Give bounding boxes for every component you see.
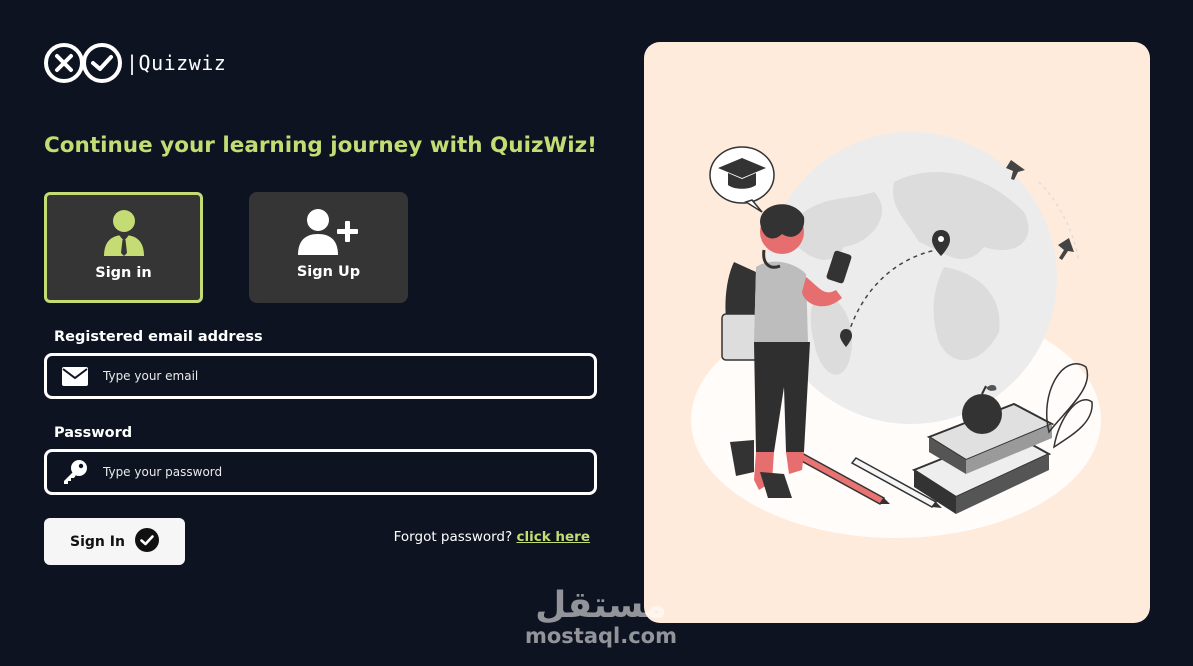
- envelope-icon: [47, 366, 103, 386]
- sign-in-button-label: Sign In: [70, 533, 125, 550]
- email-input[interactable]: [103, 356, 594, 396]
- sign-in-tab-label: Sign in: [95, 265, 152, 281]
- password-input[interactable]: [103, 452, 594, 492]
- watermark-arabic: مستقل: [535, 585, 667, 626]
- email-label: Registered email address: [54, 329, 263, 345]
- page-headline: Continue your learning journey with Quiz…: [44, 133, 597, 158]
- logo: |Quizwiz: [44, 43, 226, 83]
- sign-up-tab-label: Sign Up: [296, 264, 361, 280]
- forgot-password: Forgot password? click here: [394, 529, 590, 545]
- key-icon: [47, 459, 103, 485]
- user-plus-icon: [297, 206, 360, 258]
- check-mark-icon: [82, 43, 122, 83]
- sign-in-tab[interactable]: Sign in: [44, 192, 203, 303]
- x-mark-icon: [44, 43, 84, 83]
- brand-name: |Quizwiz: [126, 51, 227, 75]
- sign-in-button[interactable]: Sign In: [44, 518, 185, 565]
- forgot-password-link[interactable]: click here: [516, 529, 590, 545]
- watermark: مستقل mostaql.com: [525, 585, 677, 649]
- watermark-latin: mostaql.com: [525, 624, 677, 648]
- forgot-password-text: Forgot password?: [393, 529, 513, 545]
- password-label: Password: [54, 425, 133, 441]
- password-field[interactable]: [44, 449, 597, 495]
- email-field[interactable]: [44, 353, 597, 399]
- student-globe-illustration: [691, 132, 1101, 538]
- check-circle-icon: [134, 527, 159, 556]
- sign-up-tab[interactable]: Sign Up: [249, 192, 408, 303]
- illustration-panel: [644, 42, 1150, 623]
- user-icon: [102, 207, 146, 259]
